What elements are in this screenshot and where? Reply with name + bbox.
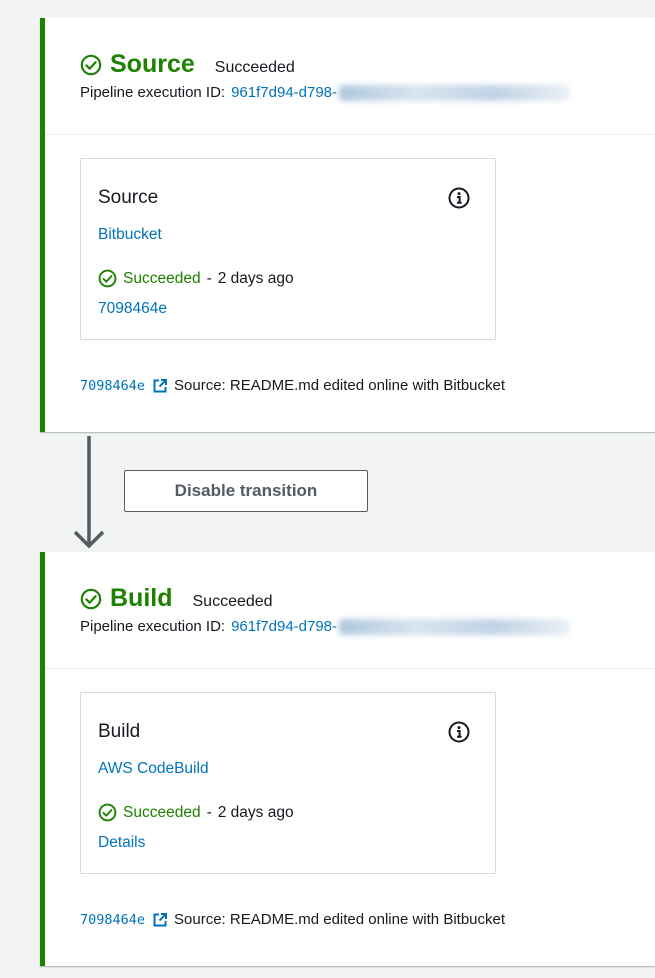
redacted-blur <box>339 84 570 101</box>
stage-source: Source Succeeded Pipeline execution ID: … <box>40 18 655 432</box>
commit-message: Source: README.md edited online with Bit… <box>174 377 506 394</box>
action-details-link[interactable]: Details <box>98 834 145 852</box>
action-status: Succeeded - 2 days ago <box>98 803 294 822</box>
action-card-build: Build AWS CodeBuild Succeeded - 2 days a… <box>80 692 496 874</box>
execution-id-label: Pipeline execution ID: <box>80 618 226 635</box>
commit-row: 7098464e Source: README.md edited online… <box>80 911 505 928</box>
check-circle-icon <box>98 803 117 822</box>
redacted-blur <box>339 618 570 635</box>
action-name: Build <box>98 721 141 742</box>
action-status-text: Succeeded <box>123 269 201 287</box>
check-circle-icon <box>80 54 102 75</box>
status-separator: - <box>206 269 212 287</box>
execution-id-link[interactable]: 961f7d94-d798- <box>231 84 337 101</box>
execution-id-row: Pipeline execution ID: 961f7d94-d798- <box>80 84 570 101</box>
action-status: Succeeded - 2 days ago <box>98 269 294 288</box>
status-separator: - <box>206 803 212 821</box>
external-link-icon[interactable] <box>152 912 168 928</box>
action-card-source: Source Bitbucket Succeeded - 2 days ago … <box>80 158 496 340</box>
check-circle-icon <box>98 269 117 288</box>
check-circle-icon <box>80 588 102 609</box>
commit-message: Source: README.md edited online with Bit… <box>174 911 506 928</box>
stage-name: Source <box>110 50 195 78</box>
commit-id-link[interactable]: 7098464e <box>80 912 145 928</box>
disable-transition-button[interactable]: Disable transition <box>124 470 368 512</box>
stage-status: Succeeded <box>214 59 295 76</box>
stage-status: Succeeded <box>192 593 273 610</box>
action-status-time: 2 days ago <box>217 803 294 821</box>
execution-id-link[interactable]: 961f7d94-d798- <box>231 618 337 635</box>
execution-id-row: Pipeline execution ID: 961f7d94-d798- <box>80 618 570 635</box>
external-link-icon[interactable] <box>152 378 168 394</box>
stage-transition: Disable transition <box>0 432 655 552</box>
stage-name: Build <box>110 584 173 612</box>
info-icon[interactable] <box>447 186 471 210</box>
stage-header: Build Succeeded Pipeline execution ID: 9… <box>45 552 655 669</box>
stage-title-row: Source Succeeded <box>80 50 295 79</box>
action-provider-link[interactable]: Bitbucket <box>98 226 162 244</box>
action-revision-link[interactable]: 7098464e <box>98 300 167 318</box>
stage-build: Build Succeeded Pipeline execution ID: 9… <box>40 552 655 966</box>
action-name: Source <box>98 187 159 208</box>
stage-title-row: Build Succeeded <box>80 584 273 613</box>
action-status-time: 2 days ago <box>217 269 294 287</box>
commit-row: 7098464e Source: README.md edited online… <box>80 377 505 394</box>
action-status-text: Succeeded <box>123 803 201 821</box>
action-provider-link[interactable]: AWS CodeBuild <box>98 760 209 778</box>
info-icon[interactable] <box>447 720 471 744</box>
commit-id-link[interactable]: 7098464e <box>80 378 145 394</box>
stage-header: Source Succeeded Pipeline execution ID: … <box>45 18 655 135</box>
execution-id-label: Pipeline execution ID: <box>80 84 226 101</box>
arrow-down-icon <box>73 436 105 549</box>
